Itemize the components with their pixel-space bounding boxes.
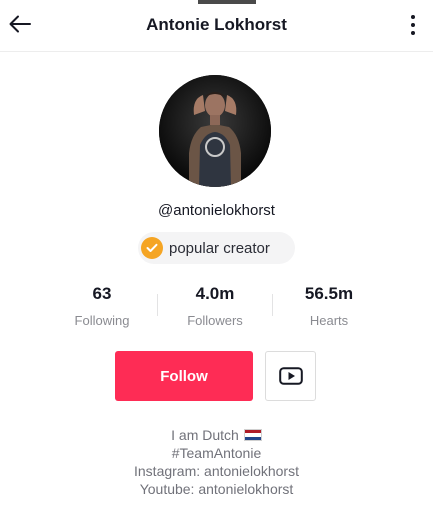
bio: I am Dutch #TeamAntonie Instagram: anton… <box>0 426 433 498</box>
bio-text: I am Dutch <box>171 427 239 443</box>
avatar[interactable] <box>159 75 271 187</box>
stat-divider <box>272 294 273 316</box>
followers-label: Followers <box>187 313 243 328</box>
dot-icon <box>411 15 415 19</box>
bio-hashtag: #TeamAntonie <box>171 445 262 461</box>
following-label: Following <box>74 313 130 328</box>
stat-hearts[interactable]: 56.5m Hearts <box>274 284 384 328</box>
bio-line: I am Dutch <box>0 426 433 444</box>
more-options-button[interactable] <box>403 12 423 38</box>
follow-button[interactable]: Follow <box>115 351 253 401</box>
page-title: Antonie Lokhorst <box>146 15 287 34</box>
profile-stats: 63 Following 4.0m Followers 56.5m Hearts <box>0 284 433 329</box>
stat-following[interactable]: 63 Following <box>47 284 157 328</box>
username: @antonielokhorst <box>158 202 275 219</box>
bio-youtube: Youtube: antonielokhorst <box>139 481 294 497</box>
bio-instagram: Instagram: antonielokhorst <box>134 463 299 479</box>
avatar-photo <box>159 75 271 187</box>
check-circle-icon <box>141 237 163 259</box>
stat-divider <box>157 294 158 316</box>
youtube-play-icon <box>278 367 303 385</box>
dot-icon <box>411 31 415 35</box>
popular-creator-badge[interactable]: popular creator <box>138 232 295 264</box>
top-bar: Antonie Lokhorst <box>0 0 433 52</box>
followers-count: 4.0m <box>195 284 235 303</box>
following-count: 63 <box>92 284 112 303</box>
hearts-count: 56.5m <box>304 284 354 303</box>
badge-label: popular creator <box>169 239 270 257</box>
stat-followers[interactable]: 4.0m Followers <box>160 284 270 328</box>
youtube-button[interactable] <box>265 351 316 401</box>
dot-icon <box>411 23 415 27</box>
hearts-label: Hearts <box>309 313 349 328</box>
netherlands-flag-icon <box>243 429 262 441</box>
